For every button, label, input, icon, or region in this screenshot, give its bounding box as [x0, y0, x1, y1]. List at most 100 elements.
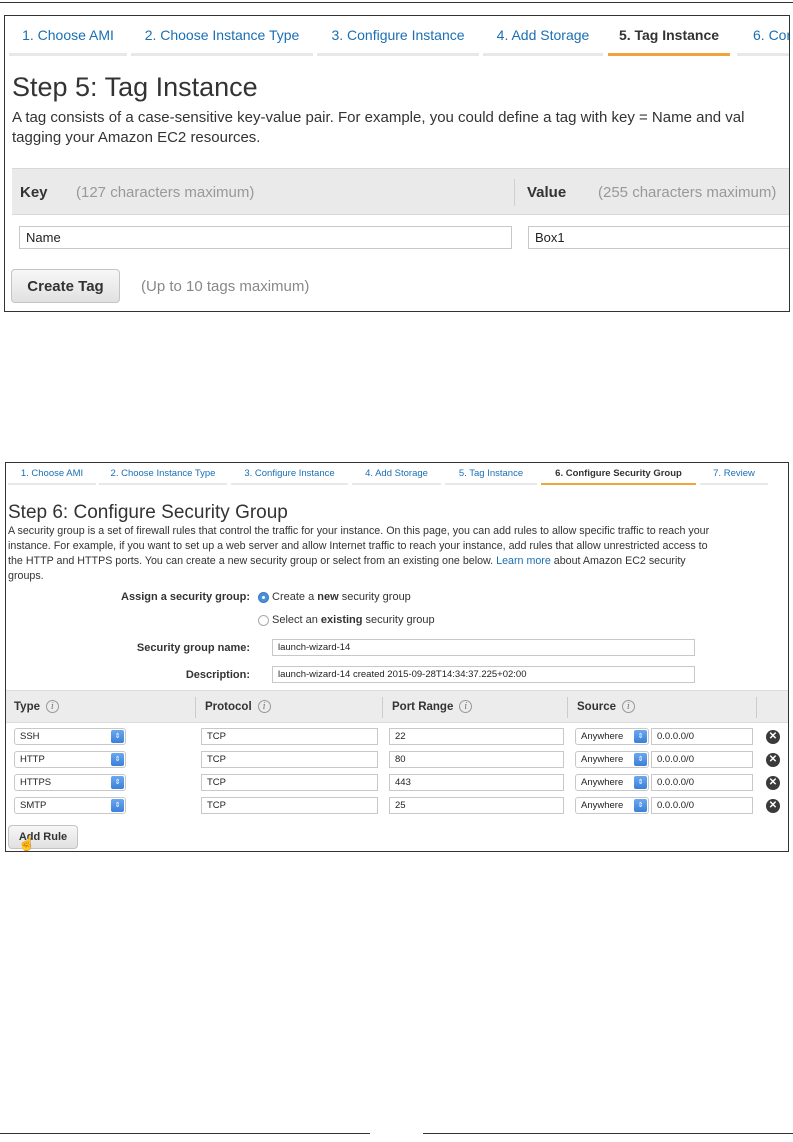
tab-add-storage[interactable]: 4. Add Storage: [483, 16, 603, 56]
security-group-panel: 1. Choose AMI 2. Choose Instance Type 3.…: [5, 462, 789, 852]
tag-value-input[interactable]: Box1: [528, 226, 789, 249]
tag-key-input[interactable]: Name: [19, 226, 512, 249]
select-arrows-icon: ⇕: [634, 730, 647, 743]
select-arrows-icon: ⇕: [634, 753, 647, 766]
tab-tag-instance[interactable]: 5. Tag Instance: [608, 16, 730, 56]
column-divider: [514, 179, 515, 206]
page-description: A tag consists of a case-sensitive key-v…: [12, 108, 744, 147]
select-arrows-icon: ⇕: [111, 776, 124, 789]
create-tag-hint: (Up to 10 tags maximum): [141, 278, 310, 295]
protocol-column-header: Protocol i: [205, 691, 271, 722]
remove-circle-icon[interactable]: ✕: [766, 753, 780, 767]
tab-configure-instance[interactable]: 3. Configure Instance: [231, 463, 348, 485]
value-column-hint: (255 characters maximum): [598, 184, 777, 201]
create-new-option-label[interactable]: Create a new security group: [272, 591, 411, 603]
tab-configure-instance[interactable]: 3. Configure Instance: [317, 16, 479, 56]
option-text-bold: existing: [320, 614, 363, 626]
info-icon[interactable]: i: [46, 700, 59, 713]
rule-source-select[interactable]: Anywhere ⇕: [575, 797, 649, 814]
rule-protocol-field: TCP: [201, 774, 378, 791]
rule-type-value: HTTPS: [20, 777, 52, 788]
description-line: the HTTP and HTTPS ports. You can create…: [8, 554, 709, 569]
table-row: HTTPS ⇕ TCP 443 Anywhere ⇕ 0.0.0.0/0 ✕: [6, 772, 788, 795]
footer-rule-right: [423, 1133, 793, 1134]
rule-source-value: Anywhere: [581, 777, 624, 788]
rule-cidr-input[interactable]: 0.0.0.0/0: [651, 751, 753, 768]
tab-configure-security-group[interactable]: 6. Configure Security Group: [541, 463, 696, 485]
option-text-bold: new: [317, 591, 339, 603]
rule-port-input[interactable]: 80: [389, 751, 564, 768]
page-description: A security group is a set of firewall ru…: [8, 524, 709, 584]
rule-source-select[interactable]: Anywhere ⇕: [575, 774, 649, 791]
description-input[interactable]: launch-wizard-14 created 2015-09-28T14:3…: [272, 666, 695, 683]
description-text: about Amazon EC2 security: [550, 555, 686, 567]
description-line: instance. For example, if you want to se…: [8, 540, 708, 552]
rule-source-value: Anywhere: [581, 800, 624, 811]
tab-choose-ami[interactable]: 1. Choose AMI: [8, 463, 96, 485]
info-icon[interactable]: i: [257, 700, 271, 713]
tab-choose-instance-type[interactable]: 2. Choose Instance Type: [131, 16, 313, 56]
radio-create-new[interactable]: [258, 592, 269, 603]
description-line: groups.: [8, 570, 44, 582]
create-tag-button[interactable]: Create Tag: [11, 269, 120, 303]
option-text: Create a: [272, 591, 318, 603]
table-row: SMTP ⇕ TCP 25 Anywhere ⇕ 0.0.0.0/0 ✕: [6, 795, 788, 818]
type-header-label: Type: [14, 700, 40, 713]
page-title: Step 6: Configure Security Group: [8, 502, 288, 523]
description-line: A tag consists of a case-sensitive key-v…: [12, 109, 745, 126]
rules-table-header: Type i Protocol i Port Range i Source i: [6, 690, 788, 723]
info-icon[interactable]: i: [622, 700, 635, 713]
key-column-header: Key: [20, 184, 48, 201]
rule-port-input[interactable]: 443: [389, 774, 564, 791]
select-arrows-icon: ⇕: [111, 799, 124, 812]
tag-instance-panel: 1. Choose AMI 2. Choose Instance Type 3.…: [4, 15, 790, 312]
tab-choose-ami[interactable]: 1. Choose AMI: [9, 16, 127, 56]
select-arrows-icon: ⇕: [634, 799, 647, 812]
description-line: A security group is a set of firewall ru…: [8, 525, 710, 537]
rule-type-value: SSH: [20, 731, 40, 742]
remove-circle-icon[interactable]: ✕: [766, 799, 780, 813]
rule-source-select[interactable]: Anywhere ⇕: [575, 751, 649, 768]
source-header-label: Source: [577, 700, 616, 713]
select-arrows-icon: ⇕: [111, 730, 124, 743]
rule-source-select[interactable]: Anywhere ⇕: [575, 728, 649, 745]
value-column-header: Value: [527, 184, 567, 201]
rule-type-select[interactable]: HTTP ⇕: [14, 751, 126, 768]
type-column-header: Type i: [14, 691, 59, 722]
tab-tag-instance[interactable]: 5. Tag Instance: [445, 463, 537, 485]
column-divider: [195, 697, 196, 718]
learn-more-link[interactable]: Learn more: [496, 555, 551, 567]
table-row: SSH ⇕ TCP 22 Anywhere ⇕ 0.0.0.0/0 ✕: [6, 726, 788, 749]
remove-circle-icon[interactable]: ✕: [766, 776, 780, 790]
assign-group-label: Assign a security group:: [121, 591, 250, 603]
tab-configure-security-group[interactable]: 6. Con: [737, 16, 789, 56]
rule-protocol-field: TCP: [201, 751, 378, 768]
remove-circle-icon[interactable]: ✕: [766, 730, 780, 744]
rule-cidr-input[interactable]: 0.0.0.0/0: [651, 797, 753, 814]
rule-type-select[interactable]: SSH ⇕: [14, 728, 126, 745]
tab-review[interactable]: 7. Review: [700, 463, 768, 485]
rule-port-input[interactable]: 22: [389, 728, 564, 745]
tab-choose-instance-type[interactable]: 2. Choose Instance Type: [99, 463, 227, 485]
footer-rule-left: [0, 1133, 370, 1134]
column-divider: [756, 697, 757, 718]
security-group-name-input[interactable]: launch-wizard-14: [272, 639, 695, 656]
top-rule: [0, 2, 793, 3]
option-text: security group: [338, 591, 411, 603]
rule-cidr-input[interactable]: 0.0.0.0/0: [651, 774, 753, 791]
hand-pointer-icon: ☝: [18, 835, 36, 851]
rule-type-select[interactable]: SMTP ⇕: [14, 797, 126, 814]
select-arrows-icon: ⇕: [111, 753, 124, 766]
radio-select-existing[interactable]: [258, 615, 269, 626]
description-text: the HTTP and HTTPS ports. You can create…: [8, 555, 494, 567]
tab-add-storage[interactable]: 4. Add Storage: [352, 463, 441, 485]
rule-port-input[interactable]: 25: [389, 797, 564, 814]
rule-type-select[interactable]: HTTPS ⇕: [14, 774, 126, 791]
rule-cidr-input[interactable]: 0.0.0.0/0: [651, 728, 753, 745]
select-existing-option-label[interactable]: Select an existing security group: [272, 614, 435, 626]
info-icon[interactable]: i: [459, 700, 473, 713]
wizard-tabs: 1. Choose AMI 2. Choose Instance Type 3.…: [5, 16, 789, 58]
source-column-header: Source i: [577, 691, 635, 722]
description-line: tagging your Amazon EC2 resources.: [12, 128, 261, 146]
rule-protocol-field: TCP: [201, 797, 378, 814]
